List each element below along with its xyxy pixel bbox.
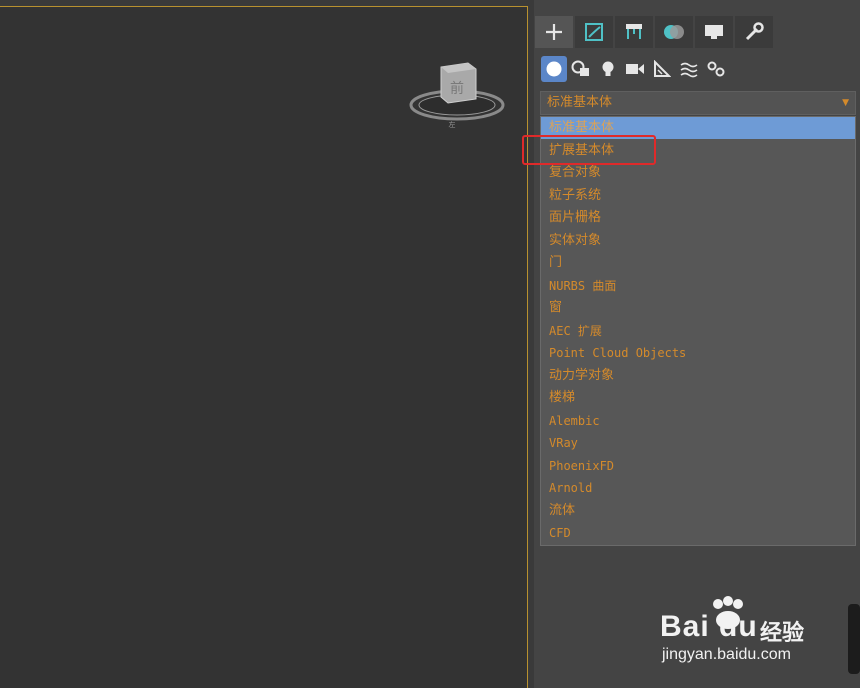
list-item[interactable]: 门 [541, 252, 855, 274]
tab-motion[interactable] [655, 16, 693, 48]
watermark-suffix: 经验 [760, 621, 805, 646]
light-bulb-icon [602, 61, 614, 76]
space-warp-icon [680, 62, 698, 78]
tab-hierarchy[interactable] [615, 16, 653, 48]
command-panel-tabs [535, 16, 773, 48]
list-item[interactable]: 复合对象 [541, 162, 855, 184]
shapes-icon [571, 60, 589, 76]
subtab-systems[interactable] [703, 56, 729, 82]
list-item[interactable]: AEC 扩展 [541, 320, 855, 342]
list-item[interactable]: 窗 [541, 297, 855, 319]
plus-icon [546, 24, 562, 40]
display-icon [705, 25, 723, 39]
tab-modify[interactable] [575, 16, 613, 48]
viewcube-icon[interactable]: 前 左 [408, 57, 506, 129]
category-dropdown-list: 标准基本体 扩展基本体 复合对象 粒子系统 面片栅格 实体对象门 NURBS 曲面窗 AEC … [540, 116, 856, 546]
hierarchy-icon [626, 24, 642, 39]
list-item[interactable]: Arnold [541, 477, 855, 499]
chevron-down-icon: ▼ [842, 98, 849, 108]
list-item[interactable]: 楼梯 [541, 387, 855, 409]
tab-create[interactable] [535, 16, 573, 48]
highlight-annotation [522, 135, 656, 165]
list-item[interactable]: Alembic [541, 410, 855, 432]
camera-icon [626, 64, 644, 74]
helper-ruler-icon [654, 60, 671, 77]
systems-gear-icon [707, 61, 725, 77]
motion-icon [664, 25, 684, 39]
subtab-lights[interactable] [595, 56, 621, 82]
subtab-geometry[interactable] [541, 56, 567, 82]
viewport[interactable]: 前 左 [0, 6, 528, 688]
watermark-brand: Bai du [660, 610, 758, 643]
modify-icon [585, 23, 603, 41]
wrench-icon [745, 22, 764, 41]
create-category-tabs [541, 56, 729, 82]
list-item[interactable]: 面片栅格 [541, 207, 855, 229]
subtab-shapes[interactable] [568, 56, 594, 82]
list-item[interactable]: CFD [541, 522, 855, 544]
dropdown-selected-value: 标准基本体 [547, 95, 613, 110]
category-dropdown[interactable]: 标准基本体 ▼ [540, 91, 856, 115]
subtab-cameras[interactable] [622, 56, 648, 82]
baidu-watermark: Bai du 经验 jingyan.baidu.com [660, 596, 850, 668]
watermark-url: jingyan.baidu.com [662, 646, 791, 663]
viewcube-face-label: 前 [450, 80, 464, 97]
list-item[interactable]: 流体 [541, 500, 855, 522]
list-item[interactable]: 粒子系统 [541, 185, 855, 207]
tab-utilities[interactable] [735, 16, 773, 48]
viewcube-compass-label: 左 [449, 120, 456, 129]
list-item[interactable]: PhoenixFD [541, 455, 855, 477]
list-item[interactable]: VRay [541, 432, 855, 454]
list-item[interactable]: NURBS 曲面 [541, 275, 855, 297]
subtab-helpers[interactable] [649, 56, 675, 82]
list-item[interactable]: 动力学对象 [541, 365, 855, 387]
list-item[interactable]: 实体对象 [541, 230, 855, 252]
list-item[interactable]: Point Cloud Objects [541, 342, 855, 364]
geometry-sphere-icon [546, 61, 562, 77]
subtab-space-warps[interactable] [676, 56, 702, 82]
tab-display[interactable] [695, 16, 733, 48]
